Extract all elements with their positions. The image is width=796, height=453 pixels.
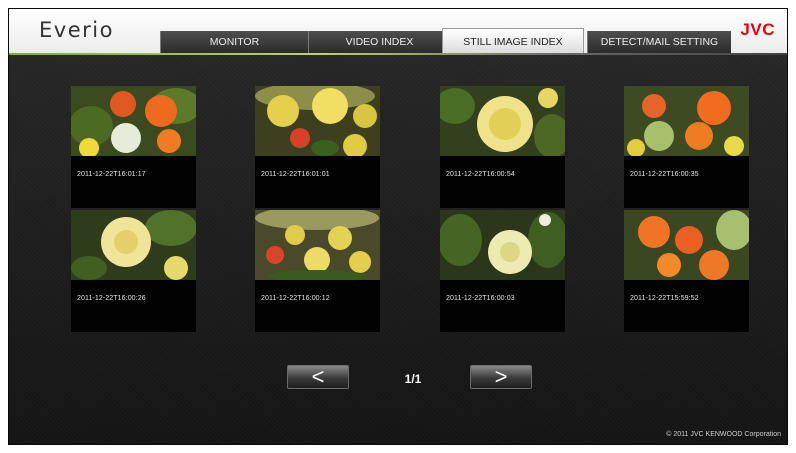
thumbnail-image — [440, 210, 565, 280]
chevron-left-icon: < — [311, 364, 325, 389]
page-indicator: 1/1 — [404, 372, 422, 386]
thumbnail-image — [255, 210, 380, 280]
thumbnail[interactable]: 2011-12-22T16:00:35 — [624, 86, 749, 208]
tab-monitor[interactable]: MONITOR — [160, 31, 308, 53]
header-bar: Everio MONITOR VIDEO INDEX STILL IMAGE I… — [9, 9, 787, 53]
app-window: Everio MONITOR VIDEO INDEX STILL IMAGE I… — [8, 8, 788, 445]
chevron-right-icon: > — [494, 364, 508, 389]
jvc-logo: JVC — [740, 20, 775, 39]
tab-detect-mail-setting[interactable]: DETECT/MAIL SETTING — [587, 31, 731, 53]
thumbnail[interactable]: 2011-12-22T16:00:12 — [255, 210, 380, 332]
thumbnail[interactable]: 2011-12-22T16:00:03 — [440, 210, 565, 332]
thumbnail-image — [255, 86, 380, 156]
thumbnail[interactable]: 2011-12-22T16:01:01 — [255, 86, 380, 208]
prev-page-button[interactable]: < — [287, 365, 349, 389]
thumbnail-image — [71, 210, 196, 280]
timestamp-label: 2011-12-22T16:00:35 — [630, 171, 699, 178]
thumbnail-image — [624, 210, 749, 280]
thumbnail[interactable]: 2011-12-22T16:00:26 — [71, 210, 196, 332]
timestamp-label: 2011-12-22T16:00:26 — [77, 295, 146, 302]
timestamp-label: 2011-12-22T15:59:52 — [630, 295, 699, 302]
brand-logo: Everio — [39, 18, 114, 42]
timestamp-label: 2011-12-22T16:00:12 — [261, 295, 330, 302]
timestamp-label: 2011-12-22T16:00:03 — [446, 295, 515, 302]
timestamp-label: 2011-12-22T16:01:01 — [261, 171, 330, 178]
still-image-grid: 2011-12-22T16:01:17 2011-12-22T16:01:01 — [9, 55, 787, 444]
thumbnail-image — [71, 86, 196, 156]
copyright-text: © 2011 JVC KENWOOD Corporation — [666, 431, 781, 438]
thumbnail[interactable]: 2011-12-22T15:59:52 — [624, 210, 749, 332]
timestamp-label: 2011-12-22T16:00:54 — [446, 171, 515, 178]
tab-still-image-index[interactable]: STILL IMAGE INDEX — [442, 28, 584, 53]
thumbnail[interactable]: 2011-12-22T16:00:54 — [440, 86, 565, 208]
thumbnail-image — [624, 86, 749, 156]
thumbnail[interactable]: 2011-12-22T16:01:17 — [71, 86, 196, 208]
next-page-button[interactable]: > — [470, 365, 532, 389]
timestamp-label: 2011-12-22T16:01:17 — [77, 171, 146, 178]
thumbnail-image — [440, 86, 565, 156]
tab-video-index[interactable]: VIDEO INDEX — [308, 31, 450, 53]
